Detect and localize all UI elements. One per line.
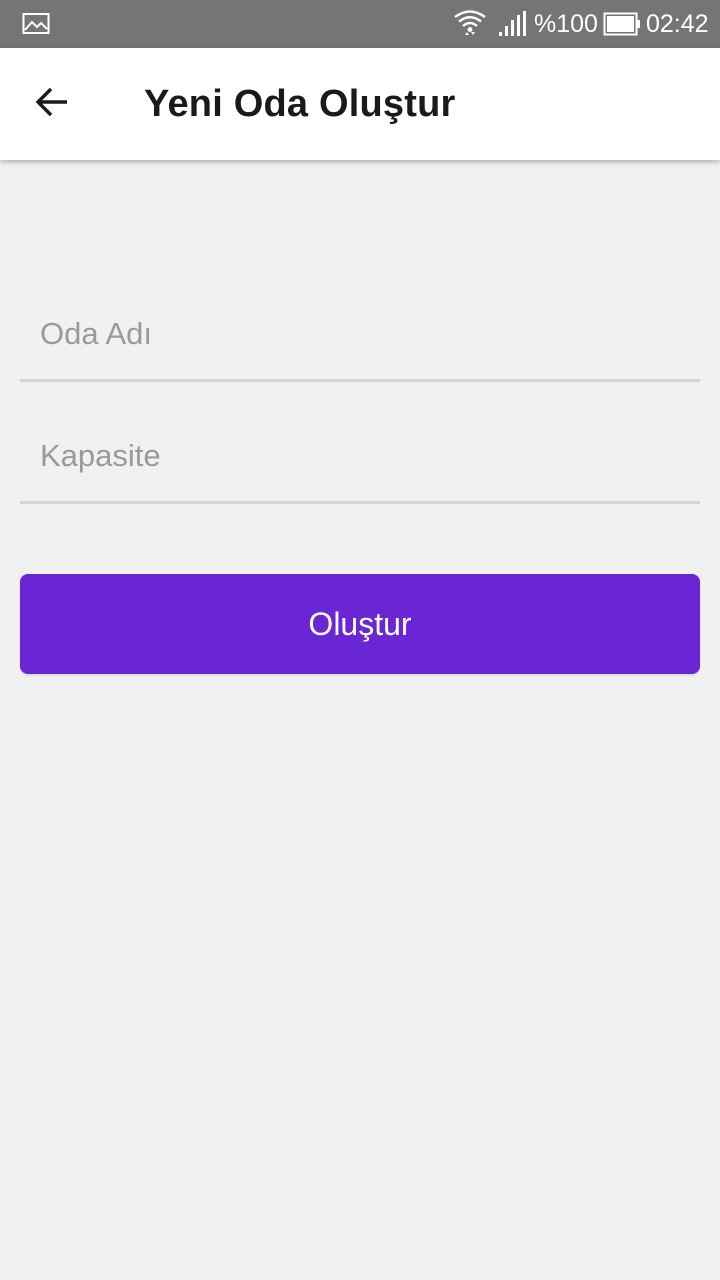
wifi-icon	[452, 8, 488, 40]
room-name-field	[20, 290, 700, 382]
room-name-input[interactable]	[20, 290, 700, 378]
capacity-input[interactable]	[20, 412, 700, 500]
arrow-left-icon	[33, 83, 71, 126]
page-title: Yeni Oda Oluştur	[144, 83, 456, 125]
gallery-icon	[22, 12, 50, 36]
room-name-underline	[20, 379, 700, 382]
app-bar: Yeni Oda Oluştur	[0, 48, 720, 160]
capacity-field	[20, 412, 700, 504]
capacity-underline	[20, 501, 700, 504]
back-button[interactable]	[12, 64, 92, 144]
status-clock: 02:42	[646, 10, 709, 38]
create-button[interactable]: Oluştur	[20, 574, 700, 674]
battery-icon	[603, 12, 641, 36]
create-room-form	[20, 290, 700, 504]
battery-percent: %100	[534, 10, 598, 38]
signal-icon	[496, 10, 528, 38]
status-bar: %100 02:42	[0, 0, 720, 48]
